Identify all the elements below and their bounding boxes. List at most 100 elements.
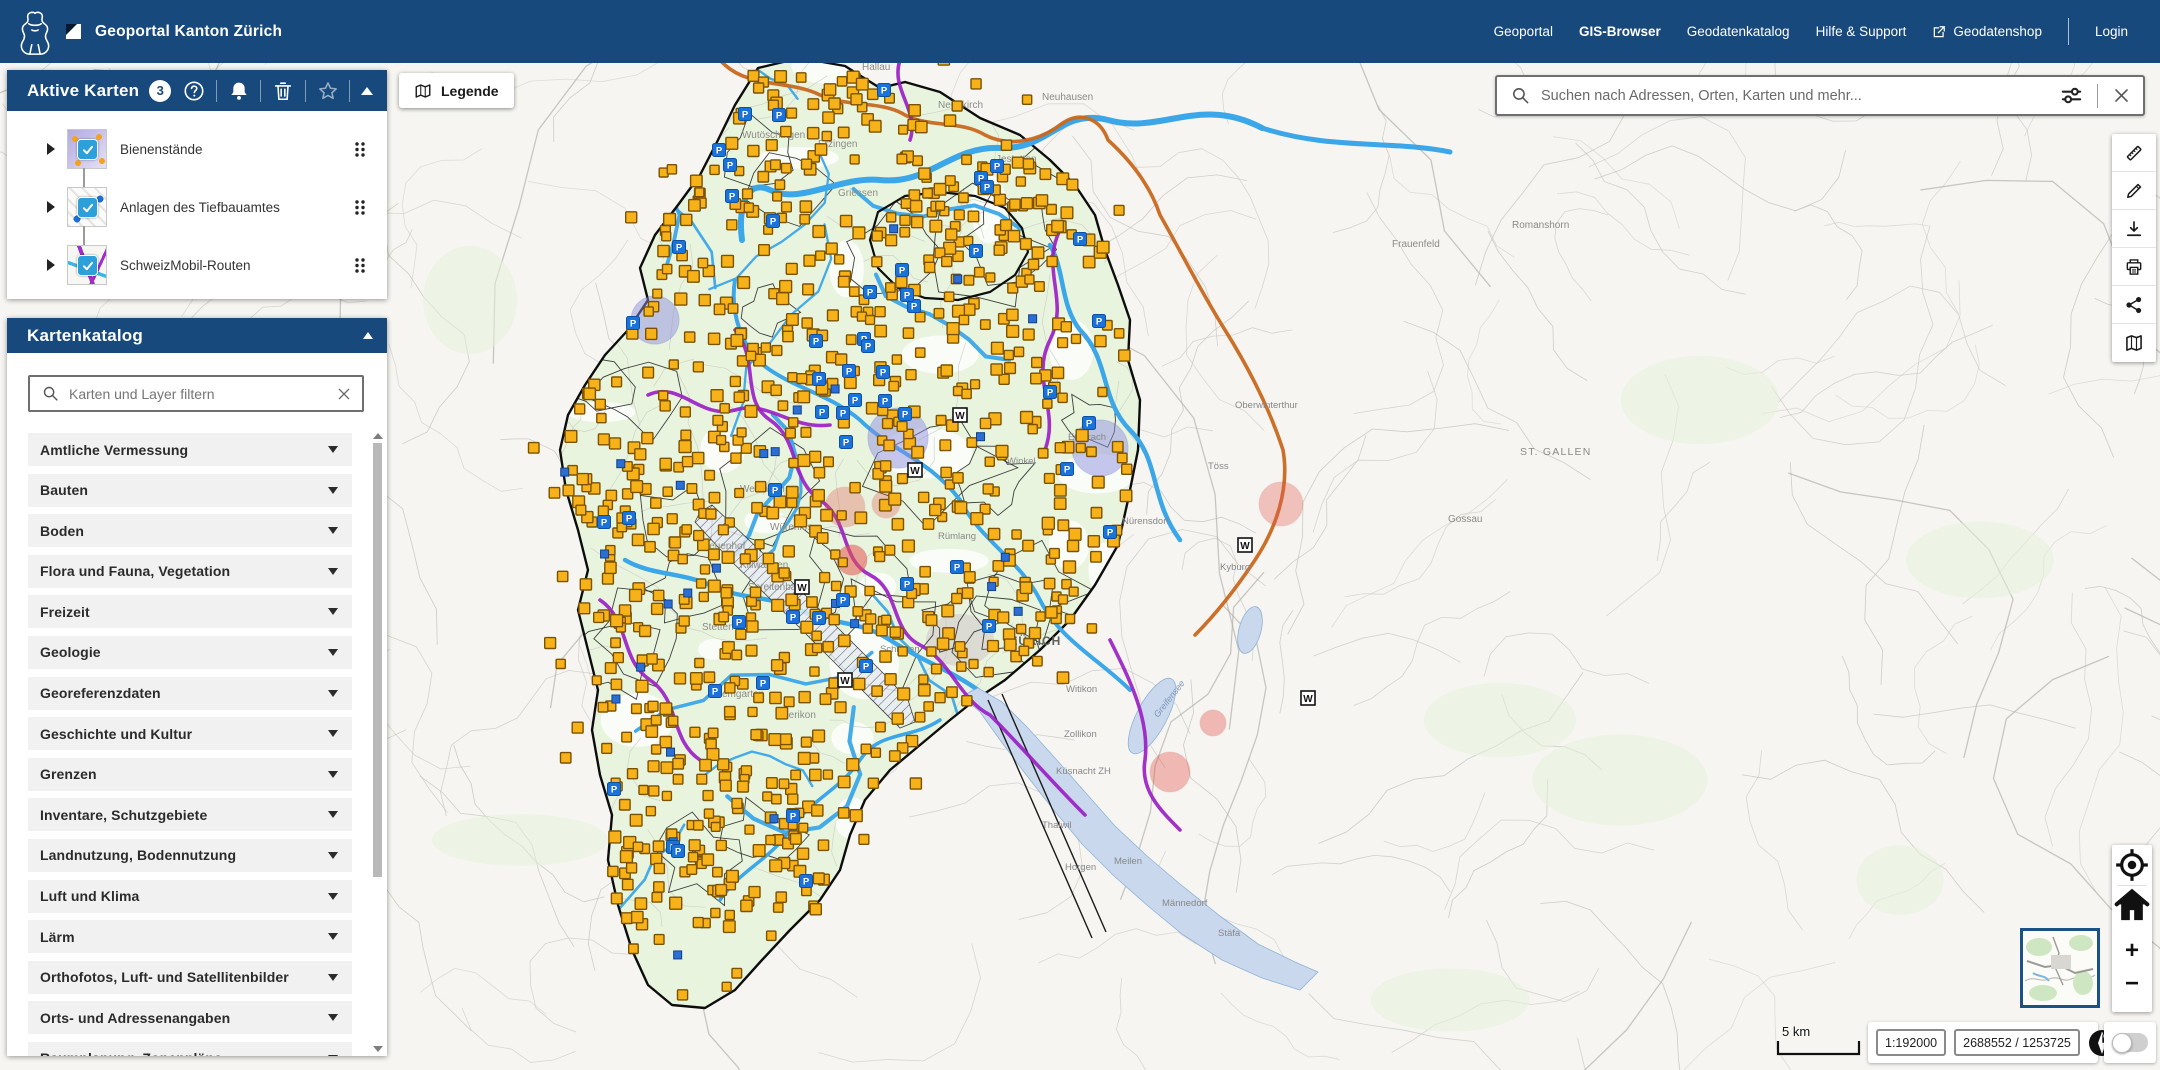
top-nav-item-label: Geodatenshop [1953,24,2042,39]
catalog-category[interactable]: Inventare, Schutzgebiete [28,798,352,831]
svg-text:P: P [819,408,826,419]
catalog-category[interactable]: Lärm [28,920,352,953]
top-nav-item-label: Geoportal [1494,24,1553,39]
top-nav-item[interactable]: Hilfe & Support [1816,24,1907,39]
catalog-category[interactable]: Raumplanung, Zonenpläne [28,1042,352,1056]
top-nav-item[interactable]: Geoportal [1494,24,1553,39]
bell-icon[interactable] [228,80,250,102]
basemap-button[interactable] [2112,324,2156,362]
trash-icon[interactable] [272,80,294,102]
svg-text:P: P [867,288,874,299]
clear-filter-icon[interactable] [336,386,352,402]
chevron-right-icon[interactable] [47,259,55,271]
active-layer-row[interactable]: Anlagen des Tiefbauamtes [7,178,387,236]
chevron-right-icon[interactable] [47,143,55,155]
legend-map-icon [414,82,432,100]
active-maps-header: Aktive Karten 3 [7,70,387,111]
catalog-category[interactable]: Geologie [28,636,352,669]
svg-text:P: P [1096,317,1103,328]
svg-text:P: P [984,183,991,194]
scale-value[interactable]: 1:192000 [1876,1029,1946,1056]
drag-handle-icon[interactable] [353,141,367,158]
catalog-category[interactable]: Luft und Klima [28,880,352,913]
svg-text:Meilen: Meilen [1114,856,1142,867]
home-button[interactable] [2112,886,2152,926]
chevron-down-icon [328,1055,338,1056]
collapse-panel-caret[interactable] [363,332,373,339]
coordinates-value[interactable]: 2688552 / 1253725 [1954,1029,2080,1056]
catalog-filter-input[interactable] [69,386,336,402]
catalog-category-label: Boden [40,523,328,539]
scrollbar-up-arrow[interactable] [373,433,383,439]
top-nav-item[interactable]: GIS-Browser [1579,24,1661,39]
chevron-right-icon[interactable] [47,201,55,213]
draw-button[interactable] [2112,172,2156,210]
layer-checkbox[interactable] [77,255,98,276]
chevron-down-icon [328,933,338,940]
catalog-category-label: Landnutzung, Bodennutzung [40,847,328,863]
chevron-down-icon [328,527,338,534]
svg-text:P: P [1086,419,1093,430]
svg-text:Küsnacht ZH: Küsnacht ZH [1056,766,1111,777]
chevron-down-icon [328,893,338,900]
divider [349,80,350,102]
catalog-scrollbar-thumb[interactable] [373,443,382,877]
svg-text:W: W [797,583,807,594]
catalog-category[interactable]: Landnutzung, Bodennutzung [28,839,352,872]
catalog-category-label: Flora und Fauna, Vegetation [40,563,328,579]
share-button[interactable] [2112,286,2156,324]
catalog-category[interactable]: Amtliche Vermessung [28,433,352,466]
catalog-category[interactable]: Georeferenzdaten [28,677,352,710]
download-button[interactable] [2112,210,2156,248]
svg-text:Hallau: Hallau [862,62,890,73]
svg-text:Witikon: Witikon [1066,684,1097,695]
scrollbar-down-arrow[interactable] [373,1046,383,1052]
layer-checkbox[interactable] [77,139,98,160]
measure-button[interactable] [2112,134,2156,172]
star-icon[interactable] [317,80,339,102]
print-button[interactable] [2112,248,2156,286]
catalog-category-label: Grenzen [40,766,328,782]
svg-text:Töss: Töss [1208,461,1229,472]
catalog-category-label: Inventare, Schutzgebiete [40,807,328,823]
catalog-category[interactable]: Grenzen [28,758,352,791]
catalog-category[interactable]: Bauten [28,474,352,507]
catalog-category[interactable]: Freizeit [28,595,352,628]
map-catalog-header: Kartenkatalog [7,318,387,353]
svg-text:P: P [911,302,918,313]
layer-checkbox[interactable] [77,197,98,218]
catalog-category[interactable]: Orts- und Adressenangaben [28,1001,352,1034]
layer-label: Anlagen des Tiefbauamtes [120,200,353,215]
catalog-category-list: Amtliche Vermessung Bauten Boden Flora u… [28,433,352,1056]
contrast-toggle[interactable] [2112,1033,2148,1052]
search-filter-sliders-icon[interactable] [2060,84,2083,107]
top-nav-item[interactable]: Geodatenkatalog [1687,24,1790,39]
locate-button[interactable] [2112,845,2152,885]
catalog-category[interactable]: Orthofotos, Luft- und Satellitenbilder [28,961,352,994]
catalog-category[interactable]: Boden [28,514,352,547]
chevron-down-icon [328,446,338,453]
overview-mini-map[interactable] [2020,928,2100,1008]
drag-handle-icon[interactable] [353,257,367,274]
legend-button[interactable]: Legende [399,73,514,108]
drag-handle-icon[interactable] [353,199,367,216]
svg-text:P: P [676,243,683,254]
divider [305,80,306,102]
close-search-icon[interactable] [2112,86,2131,105]
svg-text:P: P [880,368,887,379]
active-layer-row[interactable]: Bienenstände [7,120,387,178]
svg-text:W: W [910,466,920,477]
collapse-panel-caret[interactable] [361,87,373,95]
catalog-category[interactable]: Geschichte und Kultur [28,717,352,750]
chevron-down-icon [328,771,338,778]
global-search-input[interactable] [1541,88,2060,104]
help-circle-icon[interactable] [183,80,205,102]
brand: Geoportal Kanton Zürich [0,9,282,55]
svg-text:P: P [716,146,723,157]
zoom-in-button[interactable]: + [2112,934,2152,967]
zoom-out-button[interactable]: − [2112,967,2152,1000]
catalog-category[interactable]: Flora und Fauna, Vegetation [28,555,352,588]
active-layer-row[interactable]: SchweizMobil-Routen [7,236,387,294]
top-nav-item[interactable]: Geodatenshop [1932,24,2042,39]
top-nav-item[interactable]: Login [2095,24,2128,39]
